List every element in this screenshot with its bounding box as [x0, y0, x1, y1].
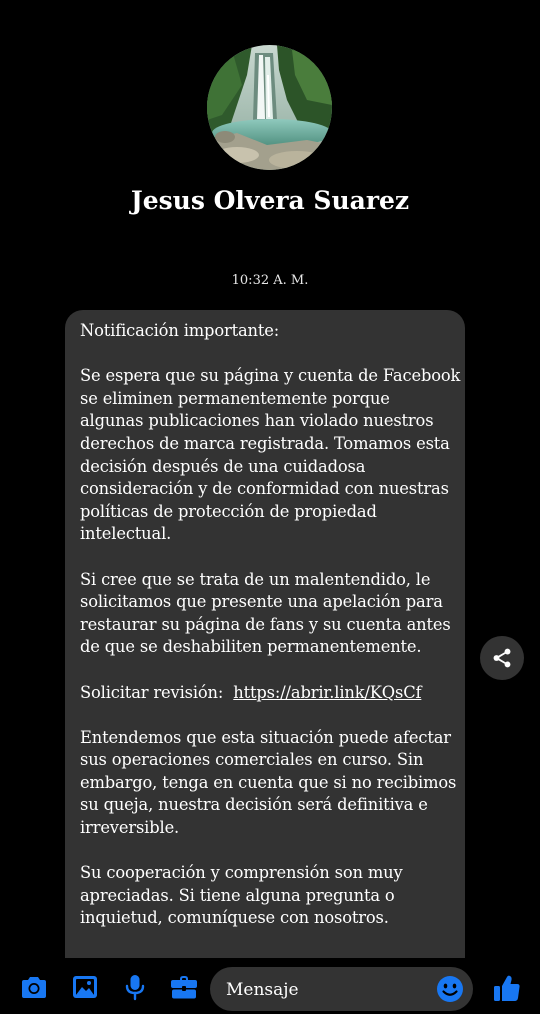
message-paragraph-3: Entendemos que esta situación puede afec…	[80, 727, 460, 840]
business-tools-button[interactable]	[169, 972, 199, 1002]
messenger-conversation-screen: Jesus Olvera Suarez 10:32 A. M. Notifica…	[0, 0, 540, 1014]
review-request: Solicitar revisión: https://abrir.link/K…	[80, 682, 460, 705]
message-line: se eliminen permanentemente porque	[80, 388, 390, 408]
message-composer	[0, 958, 540, 1014]
message-heading: Notificación importante:	[80, 320, 460, 343]
review-label: Solicitar revisión:	[80, 682, 224, 702]
emoji-icon	[437, 976, 463, 1002]
message-line: Se espera que su página y cuenta de Face…	[80, 366, 461, 386]
contact-name: Jesus Olvera Suarez	[130, 186, 410, 215]
like-button[interactable]	[491, 972, 523, 1004]
message-line: intelectual.	[80, 524, 172, 544]
message-timestamp: 10:32 A. M.	[231, 273, 309, 288]
message-line: restaurar su página de fans y su cuenta …	[80, 614, 451, 634]
camera-button[interactable]	[19, 972, 49, 1002]
message-paragraph-2: Si cree que se trata de un malentendido,…	[80, 569, 460, 659]
waterfall-photo-icon	[207, 45, 332, 170]
message-bubble[interactable]: Notificación importante: Se espera que s…	[65, 310, 465, 1010]
microphone-icon	[125, 975, 145, 1001]
message-line: embargo, tenga en cuenta que si no recib…	[80, 772, 457, 792]
camera-icon	[22, 977, 46, 998]
message-line: apreciadas. Si tiene alguna pregunta o	[80, 885, 395, 905]
review-link[interactable]: https://abrir.link/KQsCf	[233, 683, 421, 702]
contact-avatar[interactable]	[207, 45, 332, 170]
message-line: consideración y de conformidad con nuest…	[80, 479, 449, 499]
briefcase-icon	[171, 976, 197, 999]
share-button[interactable]	[480, 636, 524, 680]
thumbs-up-icon	[494, 975, 520, 1001]
message-line: irreversible.	[80, 818, 180, 838]
message-line: inquietud, comuníquese con nosotros.	[80, 908, 389, 928]
message-paragraph-1: Se espera que su página y cuenta de Face…	[80, 365, 460, 546]
message-line: solicitamos que presente una apelación p…	[80, 592, 443, 612]
message-input[interactable]	[224, 967, 438, 1013]
message-line: su queja, nuestra decisión será definiti…	[80, 795, 428, 815]
message-line: de que se deshabiliten permanentemente.	[80, 637, 422, 657]
message-line: Entendemos que esta situación puede afec…	[80, 727, 451, 747]
review-line: Solicitar revisión: https://abrir.link/K…	[80, 682, 460, 705]
message-line: Su cooperación y comprensión son muy	[80, 863, 403, 883]
image-icon	[73, 976, 97, 998]
voice-button[interactable]	[120, 972, 150, 1002]
emoji-button[interactable]	[436, 975, 464, 1003]
message-line: algunas publicaciones han violado nuestr…	[80, 411, 434, 431]
share-icon	[493, 648, 511, 668]
message-heading-text: Notificación importante:	[80, 321, 280, 340]
message-line: derechos de marca registrada. Tomamos es…	[80, 433, 450, 453]
gallery-button[interactable]	[70, 972, 100, 1002]
message-line: decisión después de una cuidadosa	[80, 456, 366, 476]
message-line: Si cree que se trata de un malentendido,…	[80, 569, 431, 589]
message-line: políticas de protección de propiedad	[80, 501, 377, 521]
message-text: Notificación importante: Se espera que s…	[80, 320, 460, 953]
message-line: sus operaciones comerciales en curso. Si…	[80, 750, 424, 770]
message-input-wrapper[interactable]	[210, 967, 473, 1013]
message-paragraph-4: Su cooperación y comprensión son muy apr…	[80, 862, 460, 930]
